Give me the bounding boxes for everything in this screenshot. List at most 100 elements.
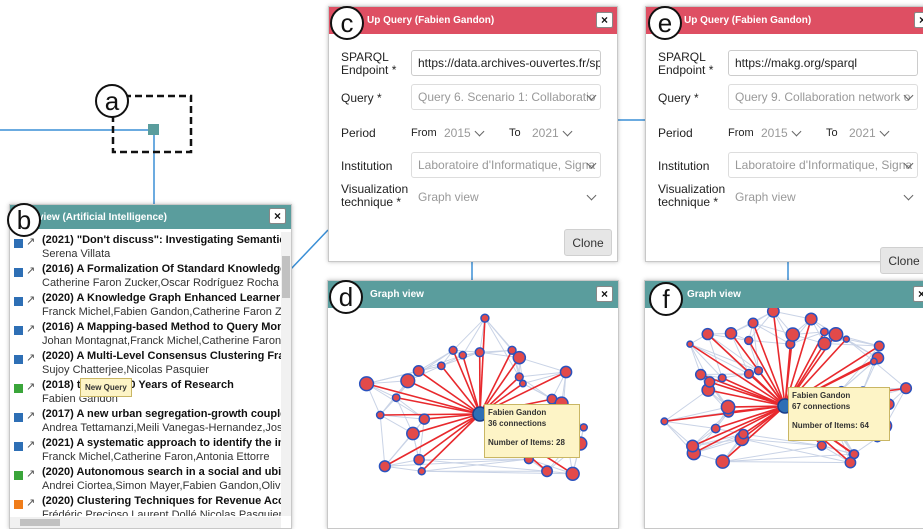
graph-node[interactable] <box>710 423 721 434</box>
close-icon[interactable]: × <box>596 286 613 302</box>
graph-node[interactable] <box>686 439 700 453</box>
graph-node[interactable] <box>400 373 416 389</box>
graph-node[interactable] <box>375 410 385 420</box>
external-link-icon[interactable]: ↗ <box>26 496 35 509</box>
vertical-scrollbar[interactable] <box>281 232 291 516</box>
graph-node[interactable] <box>753 365 764 376</box>
close-icon[interactable]: × <box>913 286 923 302</box>
visualization-select[interactable]: Graph view <box>728 184 918 210</box>
list-panel-header[interactable]: view (Artificial Intelligence) <box>10 205 291 229</box>
graph-node[interactable] <box>899 382 913 395</box>
tooltip-items: Number of Items: 64 <box>792 421 869 430</box>
graph-node[interactable] <box>480 313 490 323</box>
close-icon[interactable]: × <box>914 12 923 28</box>
graph-node[interactable] <box>819 327 829 337</box>
graph-node[interactable] <box>518 379 527 388</box>
graph-node[interactable] <box>458 350 468 360</box>
graph-node[interactable] <box>873 340 885 352</box>
to-select[interactable]: 2021 <box>525 120 577 146</box>
graph-node[interactable] <box>720 399 736 415</box>
graph-node[interactable] <box>358 376 375 392</box>
graph-node[interactable] <box>703 376 716 388</box>
from-select[interactable]: 2015 <box>437 120 489 146</box>
external-link-icon[interactable]: ↗ <box>26 235 35 248</box>
visualization-select-value: Graph view <box>735 190 796 204</box>
graph-node[interactable] <box>512 350 527 365</box>
list-panel-title: view (Artificial Intelligence) <box>38 211 167 223</box>
clone-button[interactable]: Clone <box>880 247 923 274</box>
close-icon[interactable]: × <box>269 208 286 224</box>
horizontal-scrollbar[interactable] <box>10 517 281 528</box>
graph-node[interactable] <box>436 361 446 371</box>
graph-node[interactable] <box>766 308 780 318</box>
institution-select[interactable]: Laboratoire d'Informatique, Signa <box>411 152 601 178</box>
graph-node[interactable] <box>828 326 844 342</box>
graph-node[interactable] <box>391 393 401 403</box>
query-select[interactable]: Query 9. Collaboration network o <box>728 84 918 110</box>
graph-node[interactable] <box>565 466 580 481</box>
from-select[interactable]: 2015 <box>754 120 806 146</box>
graph-edge <box>440 365 481 415</box>
scrollbar-thumb[interactable] <box>282 256 290 298</box>
external-link-icon[interactable]: ↗ <box>26 293 35 306</box>
callout-label-c: c <box>330 6 364 40</box>
graph-node[interactable] <box>406 426 420 441</box>
graph-node[interactable] <box>743 335 754 346</box>
external-link-icon[interactable]: ↗ <box>26 322 35 335</box>
h-scrollbar-thumb[interactable] <box>20 519 60 526</box>
visualization-select[interactable]: Graph view <box>411 184 601 210</box>
graph-node[interactable] <box>715 454 730 469</box>
external-link-icon[interactable]: ↗ <box>26 380 35 393</box>
graph-node[interactable] <box>737 428 749 440</box>
graph-node[interactable] <box>743 368 755 379</box>
external-link-icon[interactable]: ↗ <box>26 264 35 277</box>
list-item[interactable]: ↗ (2020) Clustering Techniques for Revenu… <box>10 493 284 516</box>
graph-panel-header[interactable]: Graph view <box>645 281 923 308</box>
publication-list: ↗ (2021) "Don't discuss": Investigating S… <box>10 232 284 516</box>
graph-node[interactable] <box>686 340 694 348</box>
institution-select[interactable]: Laboratoire d'Informatique, Signa <box>728 152 918 178</box>
graph-node[interactable] <box>747 317 759 329</box>
clone-button[interactable]: Clone <box>564 229 612 256</box>
graph-node[interactable] <box>701 327 714 341</box>
external-link-icon[interactable]: ↗ <box>26 351 35 364</box>
publication-title: (2020) Autonomous search in a social and… <box>42 466 284 478</box>
institution-label: Institution <box>341 159 393 173</box>
graph-node[interactable] <box>541 465 553 478</box>
graph-node[interactable] <box>448 345 458 355</box>
graph-node[interactable] <box>785 327 801 342</box>
graph-node[interactable] <box>694 368 707 381</box>
graph-node[interactable] <box>514 372 524 382</box>
graph-node[interactable] <box>660 417 669 426</box>
query-select[interactable]: Query 6. Scenario 1: Collaboratio <box>411 84 601 110</box>
from-label: From <box>411 127 437 139</box>
external-link-icon[interactable]: ↗ <box>26 467 35 480</box>
graph-node[interactable] <box>417 467 426 476</box>
graph-node[interactable] <box>717 373 727 383</box>
tooltip-node-name: Fabien Gandon <box>488 408 547 417</box>
graph-node[interactable] <box>559 365 573 379</box>
graph-node[interactable] <box>418 413 431 425</box>
graph-node[interactable] <box>724 327 738 340</box>
endpoint-input[interactable]: https://makg.org/sparql <box>728 50 918 76</box>
graph-node[interactable] <box>412 364 425 377</box>
publication-list-panel: view (Artificial Intelligence) × ↗ (2021)… <box>9 204 292 529</box>
graph-panel-header[interactable]: Graph view <box>328 281 618 308</box>
endpoint-input[interactable]: https://data.archives-ouvertes.fr/sp <box>411 50 601 76</box>
graph-node[interactable] <box>474 347 485 358</box>
graph-node[interactable] <box>378 460 391 473</box>
graph-node[interactable] <box>842 335 851 343</box>
graph-node[interactable] <box>804 312 818 326</box>
graph-node[interactable] <box>816 440 827 451</box>
query-panel-header[interactable]: Up Query (Fabien Gandon) <box>329 7 617 34</box>
graph-node[interactable] <box>579 423 588 432</box>
external-link-icon[interactable]: ↗ <box>26 409 35 422</box>
close-icon[interactable]: × <box>596 12 613 28</box>
graph-node[interactable] <box>817 336 832 351</box>
graph-node[interactable] <box>869 357 878 366</box>
external-link-icon[interactable]: ↗ <box>26 438 35 451</box>
query-panel-header[interactable]: Up Query (Fabien Gandon) <box>646 7 923 34</box>
graph-node[interactable] <box>413 453 425 466</box>
to-select[interactable]: 2021 <box>842 120 894 146</box>
graph-node[interactable] <box>844 456 857 469</box>
